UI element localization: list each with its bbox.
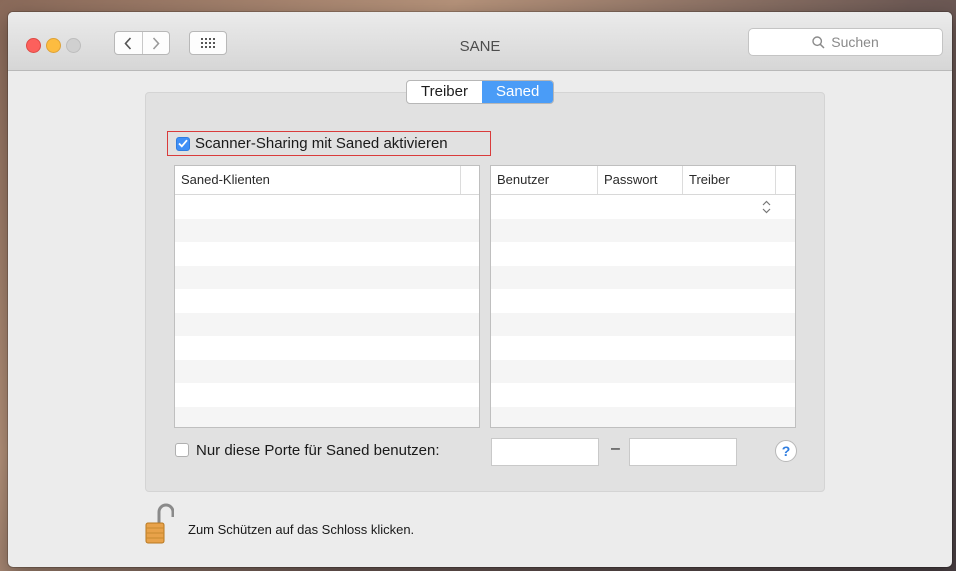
table-row [175,218,479,242]
enable-sharing-label: Scanner-Sharing mit Saned aktivieren [195,135,448,152]
column-header-passwort[interactable]: Passwort [598,166,683,194]
table-row [175,195,479,219]
search-placeholder: Suchen [831,34,879,50]
ports-only-label: Nur diese Porte für Saned benutzen: [196,441,440,459]
table-row [175,242,479,266]
port-from-input[interactable] [491,438,599,466]
table-row [175,265,479,289]
users-table-rows [491,195,795,427]
users-table[interactable]: Benutzer Passwort Treiber [490,165,796,428]
help-button[interactable]: ? [775,440,797,462]
clients-table-header: Saned-Klienten [175,166,479,195]
clients-table-rows [175,195,479,427]
table-row [491,336,795,360]
column-header-benutzer[interactable]: Benutzer [491,166,598,194]
unlocked-padlock-icon[interactable] [144,500,175,549]
driver-popup-stepper-icon[interactable] [762,200,771,214]
port-range-separator: – [611,440,620,457]
column-header-saned-klienten[interactable]: Saned-Klienten [175,166,461,194]
clients-table[interactable]: Saned-Klienten [174,165,480,428]
table-row [491,195,795,219]
enable-sharing-row[interactable]: Scanner-Sharing mit Saned aktivieren [167,131,491,156]
table-row [491,289,795,313]
table-row [491,406,795,427]
tab-treiber[interactable]: Treiber [407,81,482,103]
column-header-treiber[interactable]: Treiber [683,166,776,194]
table-row [175,406,479,427]
tab-bar: Treiber Saned [406,80,555,104]
table-row [175,289,479,313]
table-row [175,312,479,336]
search-field[interactable]: Suchen [748,28,943,56]
preferences-window: SANE Suchen Treiber Saned Scanner-Sharin… [8,12,952,567]
table-row [491,312,795,336]
lock-hint-text: Zum Schützen auf das Schloss klicken. [188,522,415,537]
table-row [175,383,479,407]
checkmark-icon [178,139,188,148]
port-to-input[interactable] [629,438,737,466]
ports-row[interactable]: Nur diese Porte für Saned benutzen: [175,439,440,461]
table-row [491,383,795,407]
table-row [491,359,795,383]
title-bar: SANE Suchen [8,12,952,71]
column-header-empty [461,166,479,194]
users-table-header: Benutzer Passwort Treiber [491,166,795,195]
enable-sharing-checkbox[interactable] [176,136,190,151]
column-header-empty [776,166,795,194]
table-row [491,242,795,266]
table-row [491,218,795,242]
search-icon [812,35,825,49]
ports-only-checkbox[interactable] [175,443,189,457]
table-row [491,265,795,289]
table-row [175,359,479,383]
tab-saned[interactable]: Saned [481,81,554,103]
table-row [175,336,479,360]
